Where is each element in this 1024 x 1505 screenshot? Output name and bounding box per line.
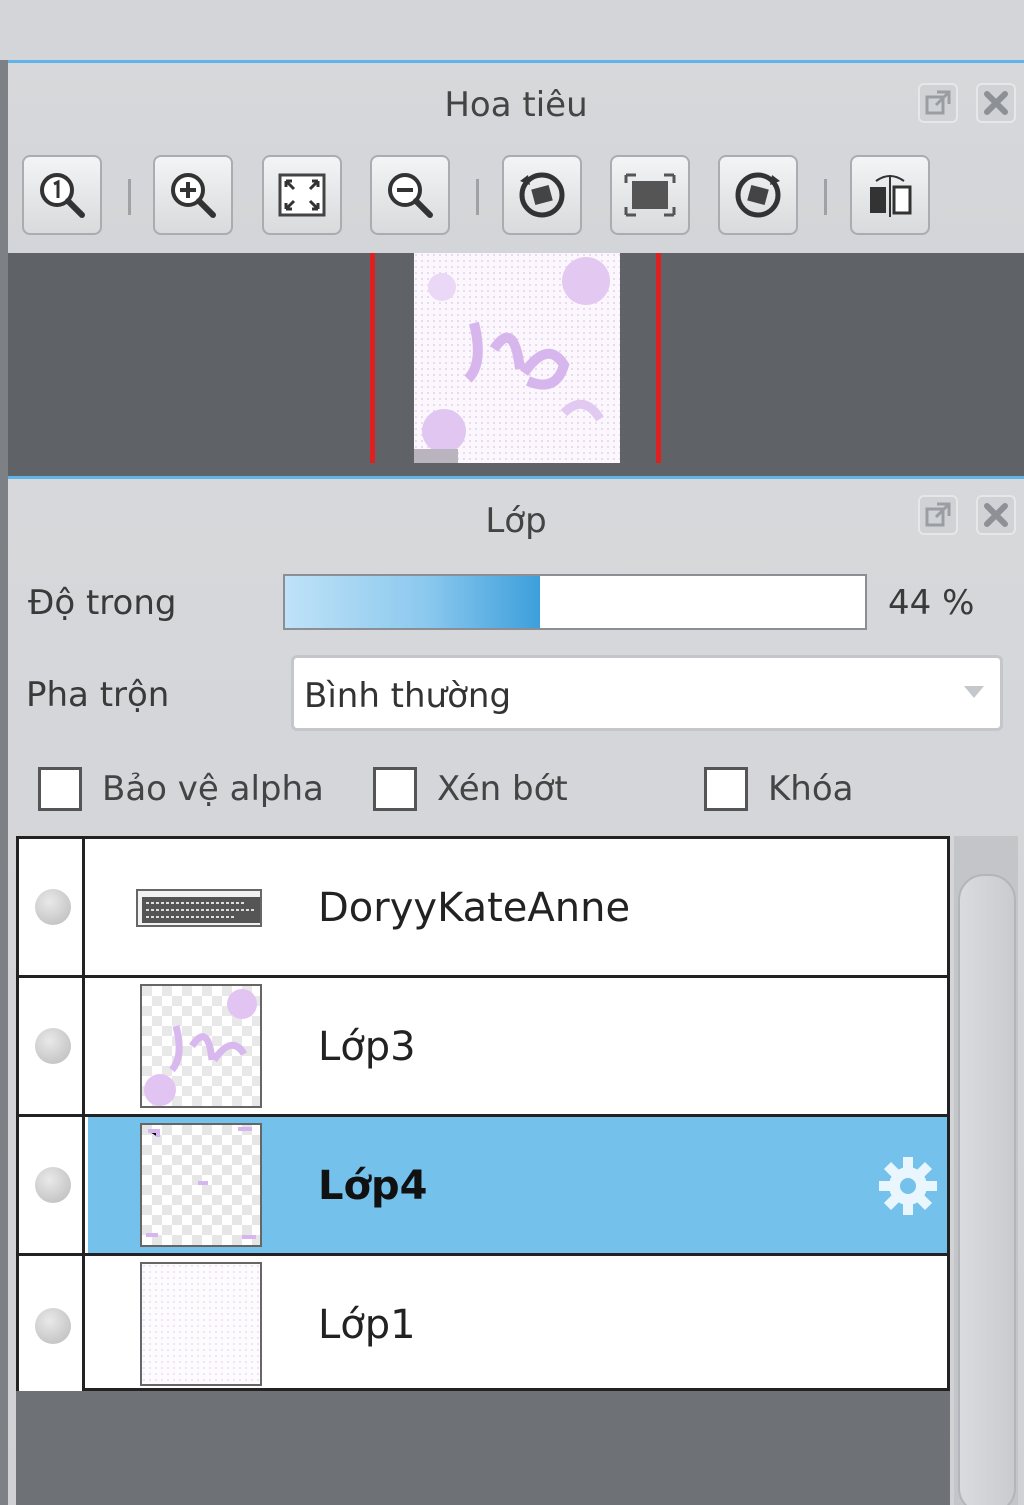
viewport-right-edge — [656, 253, 661, 463]
flip-horizontal-icon — [870, 175, 912, 217]
toolbar-separator — [128, 179, 131, 215]
layer-main[interactable]: DoryyKateAnne — [88, 839, 947, 975]
zoom-out-icon — [388, 173, 433, 218]
gear-icon[interactable] — [875, 1153, 941, 1219]
layer-main[interactable]: Lớp3 — [88, 978, 947, 1114]
navigator-close-button[interactable] — [976, 83, 1016, 123]
layer-thumbnail — [140, 1262, 262, 1386]
close-icon — [984, 91, 1008, 115]
fit-window-icon — [278, 173, 326, 217]
layer-visibility-toggle[interactable] — [19, 978, 85, 1114]
opacity-value: 44 % — [888, 583, 975, 623]
visibility-dot-icon — [35, 1307, 71, 1344]
alpha-protect-checkbox[interactable] — [38, 767, 82, 811]
blend-label: Pha trộn — [26, 675, 170, 715]
top-strip — [0, 0, 1024, 60]
zoom-in-button[interactable] — [153, 155, 233, 235]
canvas-thumbnail — [414, 253, 620, 463]
blend-mode-select[interactable]: Bình thường — [291, 655, 1003, 731]
opacity-slider[interactable] — [283, 574, 867, 630]
lock-label: Khóa — [768, 769, 854, 809]
clipping-checkbox[interactable] — [373, 767, 417, 811]
layer-row-lop4[interactable]: Lớp4 — [19, 1117, 947, 1256]
zoom-actual-button[interactable] — [22, 155, 102, 235]
blend-mode-value: Bình thường — [304, 676, 512, 716]
paint-app-side-panels: Hoa tiêu Lớp Độ trong 44 % Pha trộn Bình… — [0, 0, 1024, 1505]
visibility-dot-icon — [35, 1028, 71, 1064]
chevron-down-icon — [964, 686, 984, 698]
lock-checkbox[interactable] — [704, 767, 748, 811]
navigator-panel: Hoa tiêu — [8, 60, 1024, 478]
visibility-dot-icon — [35, 1167, 71, 1203]
layer-thumbnail — [140, 1123, 262, 1247]
navigator-title: Hoa tiêu — [444, 85, 588, 125]
layer-main-selected[interactable]: Lớp4 — [88, 1117, 947, 1253]
layer-row-lop3[interactable]: Lớp3 — [19, 978, 947, 1117]
toolbar-separator — [476, 179, 479, 215]
zoom-in-icon — [171, 173, 216, 218]
rotate-left-button[interactable] — [502, 155, 582, 235]
layer-list-scrollbar[interactable] — [954, 836, 1018, 1505]
clipping-label: Xén bớt — [437, 769, 568, 809]
reset-view-button[interactable] — [610, 155, 690, 235]
layers-title: Lớp — [485, 501, 547, 541]
rotate-right-icon — [735, 172, 781, 218]
layer-row-lop1[interactable]: Lớp1 — [19, 1256, 947, 1395]
layer-name: DoryyKateAnne — [318, 885, 631, 931]
layer-thumbnail — [140, 984, 262, 1108]
popout-icon — [925, 502, 951, 527]
left-edge — [0, 60, 8, 1505]
layer-name: Lớp1 — [318, 1302, 416, 1348]
zoom-out-button[interactable] — [370, 155, 450, 235]
popout-icon — [925, 90, 951, 115]
toolbar-separator — [824, 179, 827, 215]
layer-list-empty-area — [16, 1391, 950, 1505]
fit-window-button[interactable] — [262, 155, 342, 235]
alpha-protect-option[interactable]: Bảo vệ alpha — [38, 764, 324, 814]
visibility-dot-icon — [35, 889, 71, 925]
layers-float-button[interactable] — [918, 495, 958, 535]
clipping-option[interactable]: Xén bớt — [373, 764, 568, 814]
layer-name: Lớp4 — [318, 1163, 428, 1209]
close-icon — [984, 503, 1008, 527]
layer-visibility-toggle[interactable] — [19, 1117, 85, 1253]
layer-thumbnail — [136, 889, 262, 927]
layer-main[interactable]: Lớp1 — [88, 1256, 947, 1395]
layers-panel: Lớp Độ trong 44 % Pha trộn Bình thường B… — [8, 476, 1024, 1505]
layer-name: Lớp3 — [318, 1024, 416, 1070]
rotate-right-button[interactable] — [718, 155, 798, 235]
layer-list: DoryyKateAnne Lớp3 Lớp4 Lớp1 — [16, 836, 950, 1395]
opacity-label: Độ trong — [28, 583, 177, 623]
opacity-slider-fill — [285, 576, 541, 628]
rotate-left-icon — [519, 172, 565, 218]
alpha-protect-label: Bảo vệ alpha — [102, 769, 324, 809]
layer-visibility-toggle[interactable] — [19, 1256, 85, 1395]
zoom-actual-icon — [40, 173, 85, 218]
lock-option[interactable]: Khóa — [704, 764, 853, 814]
layer-row-doryykateanne[interactable]: DoryyKateAnne — [19, 839, 947, 978]
navigator-preview[interactable] — [8, 253, 1024, 478]
flip-horizontal-button[interactable] — [850, 155, 930, 235]
navigator-float-button[interactable] — [918, 83, 958, 123]
reset-view-icon — [624, 173, 676, 217]
layer-visibility-toggle[interactable] — [19, 839, 85, 975]
viewport-left-edge — [370, 253, 375, 463]
scrollbar-thumb[interactable] — [958, 874, 1016, 1505]
layers-close-button[interactable] — [976, 495, 1016, 535]
